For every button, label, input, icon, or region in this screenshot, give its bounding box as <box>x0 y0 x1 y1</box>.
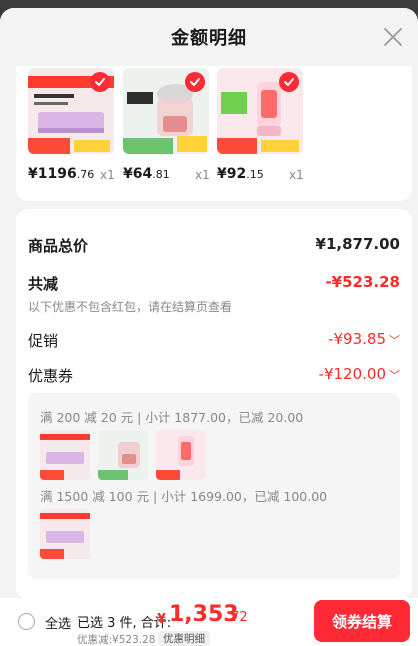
select-all-label[interactable]: 全选 <box>45 613 71 632</box>
discount-label: 共减 <box>28 275 59 293</box>
sheet-title: 金额明细 <box>171 28 247 49</box>
select-all-radio[interactable] <box>18 613 35 630</box>
sheet-header: 金额明细 <box>0 8 418 66</box>
product-item[interactable]: ¥1196.76 x1 <box>28 68 115 182</box>
goods-total-value: ¥1,877.00 <box>315 235 400 253</box>
discount-note: 以下优惠不包含红包，请在结算页查看 <box>28 300 233 314</box>
selected-check-icon <box>185 72 205 92</box>
product-item[interactable]: ¥92.15 x1 <box>217 68 304 182</box>
promo-value: -¥93.85 <box>328 330 386 348</box>
product-price: ¥92.15 <box>217 166 264 182</box>
checkout-button[interactable]: 领券结算 <box>314 600 410 642</box>
coupon-row[interactable]: -¥120.00 ﹀ <box>319 365 400 383</box>
checkout-bar: 全选 已选 3 件, 合计: ¥ 1,353 .72 优惠减:¥523.28 优… <box>0 598 418 646</box>
products-card: ¥1196.76 x1 ¥64.81 x1 ¥92.15 x1 <box>16 66 412 201</box>
coupon-label: 优惠券 <box>28 367 74 385</box>
coupon-item-thumb <box>156 430 206 480</box>
discount-value: -¥523.28 <box>325 273 400 291</box>
product-qty: x1 <box>289 168 304 182</box>
product-qty: x1 <box>100 168 115 182</box>
close-icon <box>384 28 402 46</box>
promo-row[interactable]: -¥93.85 ﹀ <box>328 330 400 348</box>
selected-check-icon <box>279 72 299 92</box>
product-item[interactable]: ¥64.81 x1 <box>123 68 210 182</box>
coupon-value: -¥120.00 <box>318 365 386 383</box>
amount-detail-sheet: 金额明细 ¥1196.76 x1 ¥64.81 x1 ¥92.15 x1 商品总… <box>0 8 418 646</box>
coupon-item-thumb <box>98 430 148 480</box>
chevron-down-icon: ﹀ <box>389 334 400 347</box>
saved-amount: 优惠减:¥523.28 <box>77 634 156 646</box>
goods-total-label: 商品总价 <box>28 237 89 255</box>
close-button[interactable] <box>382 26 404 48</box>
selected-check-icon <box>90 72 110 92</box>
coupon-item-thumb <box>40 509 90 559</box>
total-currency: ¥ <box>157 612 167 627</box>
total-decimal: .72 <box>227 610 248 625</box>
promo-label: 促销 <box>28 332 59 350</box>
product-image-juicer <box>217 68 303 154</box>
product-qty: x1 <box>195 168 210 182</box>
coupon-item-thumb <box>40 430 90 480</box>
coupon-detail-box: 满 200 减 20 元 | 小计 1877.00，已减 20.00 满 150… <box>28 393 400 579</box>
product-price: ¥1196.76 <box>28 166 95 182</box>
price-detail-card: 商品总价 ¥1,877.00 共减 -¥523.28 以下优惠不包含红包，请在结… <box>16 209 412 599</box>
product-image-towel-rack <box>28 68 114 154</box>
discount-detail-link[interactable]: 优惠明细 <box>158 631 210 646</box>
product-price: ¥64.81 <box>123 166 170 182</box>
coupon-group-text: 满 200 减 20 元 | 小计 1877.00，已减 20.00 <box>40 410 304 425</box>
product-image-meat-grinder <box>123 68 209 154</box>
coupon-group-text: 满 1500 减 100 元 | 小计 1699.00，已减 100.00 <box>40 489 328 504</box>
chevron-down-icon: ﹀ <box>389 369 400 382</box>
